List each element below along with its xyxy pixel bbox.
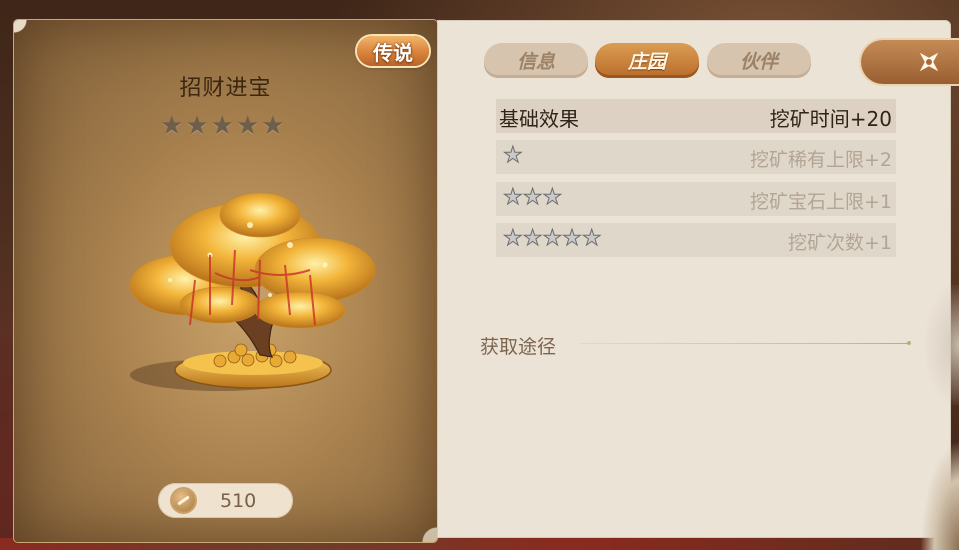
page-curl-decoration	[920, 440, 959, 550]
divider-end-dot	[907, 341, 911, 345]
money-tree-bonsai-image	[129, 192, 376, 391]
item-name: 招财进宝	[179, 76, 272, 101]
close-icon	[919, 52, 939, 72]
star-icon: ★	[160, 111, 184, 141]
tab-info[interactable]: 信息	[484, 43, 588, 78]
star-icon: ★★★	[502, 185, 563, 210]
star-icon: ★	[210, 111, 234, 141]
tab-manor[interactable]: 庄园	[595, 43, 699, 78]
rarity-badge: 传说	[357, 36, 429, 66]
coin-icon	[172, 489, 195, 512]
item-detail-panel	[437, 20, 951, 538]
star-effect-row: ★ 挖矿稀有上限+2	[496, 140, 896, 174]
star-icon: ★★★★★	[503, 226, 603, 251]
star-effect-value: 挖矿次数+1	[787, 232, 892, 254]
star-icon: ★	[503, 143, 524, 168]
star-icon: ★	[235, 111, 260, 141]
star-requirement: ★	[503, 143, 524, 168]
base-effect-value: 挖矿时间+20	[769, 107, 892, 131]
currency-value: 510	[220, 490, 257, 512]
base-effect-label: 基础效果	[499, 107, 579, 131]
close-button[interactable]	[861, 40, 959, 84]
star-requirement: ★★★	[502, 185, 563, 210]
item-star-rating: ★ ★ ★ ★ ★	[160, 113, 285, 139]
tab-partner[interactable]: 伙伴	[707, 43, 811, 78]
decorative-cloud	[925, 285, 959, 405]
divider	[580, 343, 908, 344]
currency-display: 510	[158, 483, 293, 518]
star-effect-value: 挖矿宝石上限+1	[749, 191, 892, 213]
star-effect-row: ★★★★★ 挖矿次数+1	[496, 223, 896, 257]
star-requirement: ★★★★★	[503, 226, 603, 251]
star-icon: ★	[185, 111, 209, 141]
acquire-source-label: 获取途径	[480, 336, 557, 358]
base-effect-row: 基础效果 挖矿时间+20	[496, 99, 896, 133]
star-icon: ★	[261, 111, 285, 141]
star-effect-row: ★★★ 挖矿宝石上限+1	[496, 182, 896, 216]
star-effect-value: 挖矿稀有上限+2	[749, 149, 892, 171]
